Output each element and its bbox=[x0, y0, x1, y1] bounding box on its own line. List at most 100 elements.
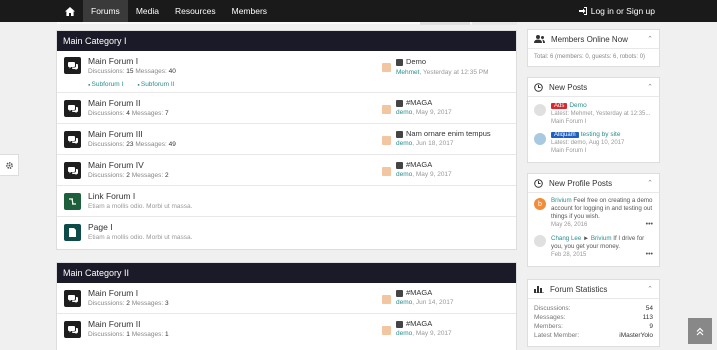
last-post-title[interactable]: Demo bbox=[406, 57, 426, 66]
post-latest: Latest: Mehmet, Yesterday at 12:35... bbox=[551, 111, 651, 117]
category-title[interactable]: Main Category II bbox=[57, 263, 516, 283]
last-post-title[interactable]: Nam ornare enim tempus bbox=[406, 129, 491, 138]
gear-icon bbox=[5, 161, 13, 169]
sub-nav-tab[interactable] bbox=[472, 22, 517, 25]
forum-stats: Discussions: 1 Messages: 1 bbox=[88, 331, 169, 338]
chat-icon bbox=[64, 131, 81, 148]
block-header[interactable]: New Posts ⌃ bbox=[528, 78, 659, 97]
forum-title[interactable]: Main Forum II bbox=[88, 98, 140, 108]
forum-title[interactable]: Link Forum I bbox=[88, 191, 135, 201]
forum-stats: Discussions: 2 Messages: 2 bbox=[88, 172, 169, 179]
chat-icon bbox=[64, 100, 81, 117]
forum-stats: Discussions: 2 Messages: 3 bbox=[88, 300, 169, 307]
stat-row: Messages: 113 bbox=[534, 314, 653, 321]
category-panel: Main Category II Main Forum I Discussion… bbox=[56, 262, 517, 350]
stat-row: Discussions: 54 bbox=[534, 305, 653, 312]
scroll-to-top-button[interactable] bbox=[688, 318, 712, 344]
forum-title[interactable]: Main Forum III bbox=[88, 129, 143, 139]
thread-icon bbox=[396, 290, 403, 297]
forum-row: Main Forum III Discussions: 23 Messages:… bbox=[57, 124, 516, 155]
thread-icon bbox=[396, 59, 403, 66]
nav-forums[interactable]: Forums bbox=[83, 0, 128, 22]
last-post-title[interactable]: #MAGA bbox=[406, 288, 432, 297]
forum-row: Link Forum I Etiam a mollis odio. Morbi … bbox=[57, 186, 516, 217]
forum-title[interactable]: Main Forum II bbox=[88, 319, 140, 329]
chat-icon bbox=[64, 57, 81, 74]
new-posts-block: New Posts ⌃ Ads Demo Latest: Mehmet, Yest… bbox=[527, 77, 660, 163]
thread-icon bbox=[396, 162, 403, 169]
rss-icon[interactable] bbox=[382, 136, 391, 145]
profile-post-date: Feb 28, 2015 bbox=[551, 252, 587, 258]
nav-resources[interactable]: Resources bbox=[167, 0, 224, 22]
chat-icon bbox=[64, 290, 81, 307]
new-posts-list: Ads Demo Latest: Mehmet, Yesterday at 12:… bbox=[528, 97, 659, 162]
nav-members[interactable]: Members bbox=[224, 0, 275, 22]
block-title: Forum Statistics bbox=[550, 284, 608, 294]
post-line[interactable]: Aliquam testing by site bbox=[551, 131, 620, 138]
forum-description: Etiam a mollis odio. Morbi ut massa. bbox=[88, 234, 193, 241]
stat-row: Latest Member: iMasterYolo bbox=[534, 332, 653, 339]
thread-icon bbox=[396, 131, 403, 138]
collapse-icon[interactable]: ⌃ bbox=[647, 35, 653, 43]
forum-row: Main Forum I Discussions: 15 Messages: 4… bbox=[57, 51, 516, 93]
list-item: Ads Demo Latest: Mehmet, Yesterday at 12:… bbox=[534, 102, 653, 131]
last-post-meta: demo, May 9, 2017 bbox=[396, 109, 452, 116]
last-post-title[interactable]: #MAGA bbox=[406, 160, 432, 169]
subforum-link[interactable]: Subforum II bbox=[137, 81, 175, 88]
category-panel: Main Category I Main Forum I Discussions… bbox=[56, 30, 517, 250]
forum-stats: Discussions: 4 Messages: 7 bbox=[88, 110, 169, 117]
forum-row: Main Forum II Discussions: 1 Messages: 1… bbox=[57, 314, 516, 348]
block-header[interactable]: New Profile Posts ⌃ bbox=[528, 174, 659, 193]
forum-stats: Discussions: 15 Messages: 40 bbox=[88, 68, 176, 75]
clock-icon bbox=[534, 82, 543, 92]
last-post-meta: demo, May 9, 2017 bbox=[396, 330, 452, 337]
profile-post-text: Chang Lee ► Brivium If I drive for you, … bbox=[551, 235, 645, 250]
collapse-icon[interactable]: ⌃ bbox=[647, 285, 653, 293]
forum-title[interactable]: Main Forum I bbox=[88, 56, 138, 66]
thread-icon bbox=[396, 321, 403, 328]
subforum-link[interactable]: Subforum I bbox=[88, 81, 124, 88]
rss-icon[interactable] bbox=[382, 167, 391, 176]
forum-stats: Discussions: 23 Messages: 49 bbox=[88, 141, 176, 148]
subforum-list: Subforum I Subforum II bbox=[88, 81, 175, 88]
rss-icon[interactable] bbox=[382, 326, 391, 335]
home-icon[interactable] bbox=[57, 0, 83, 22]
forum-title[interactable]: Main Forum IV bbox=[88, 160, 144, 170]
rss-icon[interactable] bbox=[382, 295, 391, 304]
sub-nav-tab[interactable] bbox=[420, 22, 470, 25]
bar-chart-icon bbox=[534, 286, 544, 293]
login-icon bbox=[578, 7, 587, 15]
collapse-icon[interactable]: ⌃ bbox=[647, 179, 653, 187]
more-icon[interactable]: ••• bbox=[646, 221, 653, 228]
profile-posts-list: b Brivium Feel free on creating a demo a… bbox=[528, 193, 659, 267]
last-post-title[interactable]: #MAGA bbox=[406, 98, 432, 107]
avatar[interactable] bbox=[534, 235, 546, 247]
block-header[interactable]: Forum Statistics ⌃ bbox=[528, 280, 659, 299]
top-navbar: Forums Media Resources Members Log in or… bbox=[0, 0, 717, 22]
nav-media[interactable]: Media bbox=[128, 0, 167, 22]
online-summary: Total: 6 (members: 0, guests: 6, robots:… bbox=[534, 54, 646, 60]
category-title[interactable]: Main Category I bbox=[57, 31, 516, 51]
collapse-icon[interactable]: ⌃ bbox=[647, 83, 653, 91]
members-online-block: Members Online Now ⌃ Total: 6 (members: … bbox=[527, 29, 660, 67]
login-link[interactable]: Log in or Sign up bbox=[578, 0, 655, 22]
style-chooser-button[interactable] bbox=[0, 154, 19, 176]
profile-post-text: Brivium Feel free on creating a demo acc… bbox=[551, 197, 653, 220]
post-forum: Main Forum I bbox=[551, 119, 587, 125]
avatar[interactable]: b bbox=[534, 198, 546, 210]
block-header[interactable]: Members Online Now ⌃ bbox=[528, 30, 659, 49]
last-post-meta: demo, Jun 18, 2017 bbox=[396, 140, 454, 147]
last-post-meta: demo, May 9, 2017 bbox=[396, 171, 452, 178]
chat-icon bbox=[64, 321, 81, 338]
avatar[interactable] bbox=[534, 104, 546, 116]
avatar[interactable] bbox=[534, 133, 546, 145]
rss-icon[interactable] bbox=[382, 63, 391, 72]
prefix-badge: Ads bbox=[551, 103, 568, 109]
rss-icon[interactable] bbox=[382, 105, 391, 114]
forum-title[interactable]: Main Forum I bbox=[88, 288, 138, 298]
more-icon[interactable]: ••• bbox=[646, 251, 653, 258]
forum-title[interactable]: Page I bbox=[88, 222, 113, 232]
last-post-title[interactable]: #MAGA bbox=[406, 319, 432, 328]
post-line[interactable]: Ads Demo bbox=[551, 102, 587, 109]
forum-statistics-block: Forum Statistics ⌃ Discussions: 54 Messag… bbox=[527, 279, 660, 347]
